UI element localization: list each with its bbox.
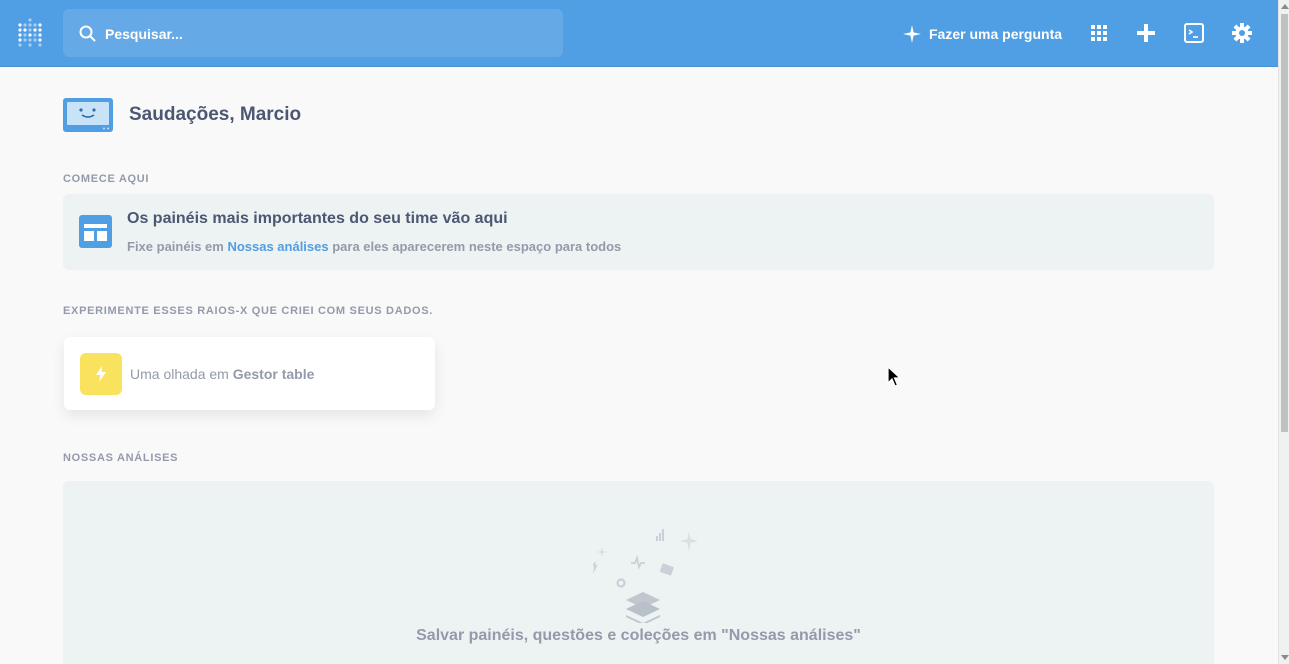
- empty-collection-illustration-icon: [593, 529, 698, 623]
- collection-section-title: NOSSAS ANÁLISES: [63, 452, 179, 464]
- top-navbar: Fazer uma pergunta: [0, 0, 1278, 67]
- empty-state-text: Salvar painéis, questões e coleções em "…: [416, 627, 861, 644]
- xray-card-prefix: Uma olhada em: [130, 366, 233, 382]
- greeting-robot-icon: [63, 98, 113, 132]
- search-icon: [79, 25, 96, 42]
- page-scrollbar[interactable]: [1278, 0, 1289, 664]
- start-card-description: Fixe painéis em Nossas análises para ele…: [127, 239, 621, 254]
- sparkle-icon: [903, 25, 921, 43]
- scroll-down-arrow-icon[interactable]: [1281, 655, 1289, 660]
- bolt-icon: [80, 353, 122, 395]
- xray-card-table: Gestor table: [232, 366, 315, 382]
- our-analytics-link[interactable]: Nossas análises: [227, 239, 328, 254]
- start-card-title: Os painéis mais importantes do seu time …: [127, 210, 508, 227]
- grid-icon[interactable]: [1088, 22, 1110, 44]
- metabase-logo-icon[interactable]: [17, 17, 45, 51]
- terminal-icon[interactable]: [1183, 22, 1205, 44]
- xray-card[interactable]: Uma olhada em Gestor table: [64, 337, 435, 410]
- start-here-card: Os painéis mais importantes do seu time …: [63, 194, 1214, 270]
- plus-icon[interactable]: [1135, 22, 1157, 44]
- ask-question-label: Fazer uma pergunta: [929, 26, 1063, 42]
- gear-icon[interactable]: [1231, 22, 1253, 44]
- start-section-title: COMECE AQUI: [63, 173, 150, 185]
- dashboard-icon: [79, 215, 112, 248]
- mouse-pointer-icon: [887, 366, 901, 387]
- search-bar[interactable]: [63, 9, 563, 59]
- start-desc-before: Fixe painéis em: [127, 239, 228, 254]
- xray-section-title: EXPERIMENTE ESSES RAIOS-X QUE CRIEI COM …: [63, 305, 434, 317]
- our-analytics-empty-state: Salvar painéis, questões e coleções em "…: [63, 481, 1214, 664]
- search-input[interactable]: [103, 9, 547, 59]
- start-desc-after: para eles aparecerem neste espaço para t…: [328, 239, 622, 254]
- scroll-up-arrow-icon[interactable]: [1281, 4, 1289, 9]
- scrollbar-thumb[interactable]: [1281, 14, 1288, 432]
- greeting-title: Saudações, Marcio: [129, 104, 302, 125]
- ask-question-button[interactable]: Fazer uma pergunta: [903, 22, 1062, 46]
- xray-card-label: Uma olhada em Gestor table: [130, 366, 314, 382]
